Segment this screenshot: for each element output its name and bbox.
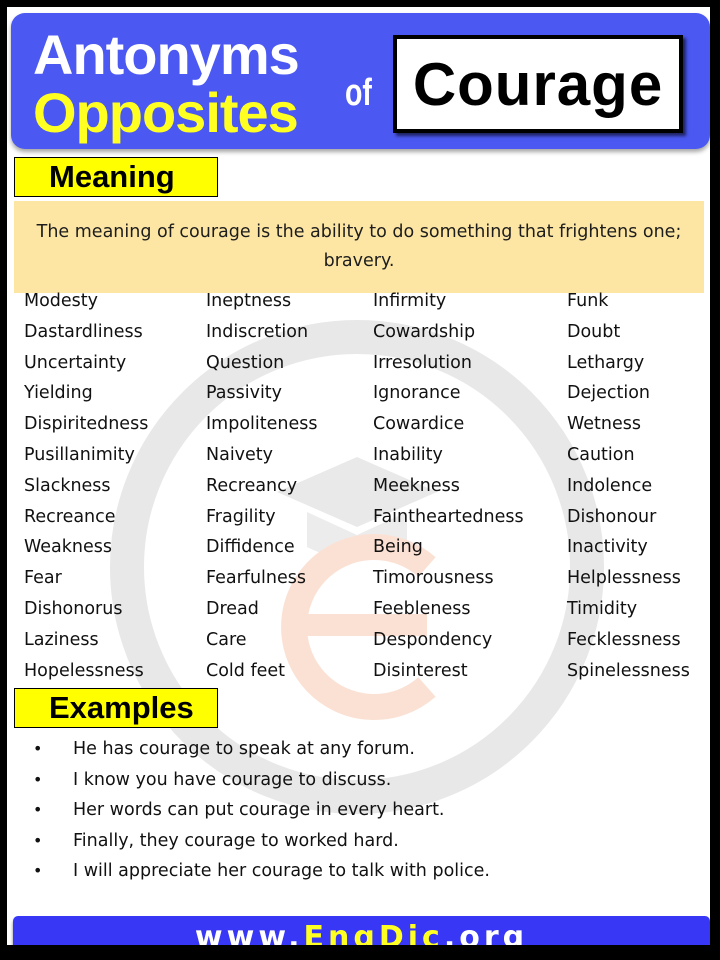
meaning-text: The meaning of courage is the ability to…: [14, 201, 704, 293]
antonym-word: Timidity: [567, 598, 638, 619]
meaning-label: Meaning: [14, 157, 218, 197]
antonym-word: Infirmity: [373, 291, 447, 311]
footer-suffix: .org: [443, 920, 529, 945]
antonym-word: Spinelessness: [567, 660, 690, 681]
antonym-word: Dastardliness: [24, 321, 143, 342]
antonym-word: Timorousness: [373, 568, 494, 589]
antonym-word: Inability: [373, 444, 443, 465]
antonym-word: Indolence: [567, 475, 653, 496]
example-sentence: I will appreciate her courage to talk wi…: [73, 861, 490, 881]
antonym-word: Despondency: [373, 629, 493, 650]
antonym-word: Fearfulness: [206, 568, 307, 589]
example-sentence: I know you have courage to discuss.: [73, 769, 392, 790]
antonym-word: Dishonour: [567, 506, 657, 527]
antonym-word: Helplessness: [567, 568, 681, 589]
antonym-word: Ignorance: [373, 383, 461, 404]
antonym-word: Uncertainty: [24, 352, 127, 373]
antonym-word: Cold feet: [206, 660, 286, 681]
example-sentence: Finally, they courage to worked hard.: [73, 830, 399, 851]
antonym-word: Dispiritedness: [24, 414, 149, 435]
antonym-word: Being: [373, 537, 423, 558]
antonym-word: Caution: [567, 444, 635, 465]
antonym-word: Passivity: [206, 383, 283, 404]
antonym-word: Faintheartedness: [373, 506, 524, 527]
antonym-word: Dejection: [567, 383, 651, 404]
bullet-icon: •: [33, 739, 43, 758]
antonym-word: Care: [206, 629, 247, 650]
example-item: • He has courage to speak at any forum.: [24, 734, 490, 765]
antonym-word: Meekness: [373, 475, 460, 496]
bullet-icon: •: [33, 861, 43, 880]
antonym-word: Hopelessness: [24, 660, 144, 681]
examples-label: Examples: [14, 688, 218, 728]
antonym-word: Laziness: [24, 629, 99, 650]
example-item: • I will appreciate her courage to talk w…: [24, 856, 490, 887]
bullet-icon: •: [33, 769, 43, 789]
antonym-word: Feebleness: [373, 598, 471, 619]
antonym-word: Diffidence: [206, 537, 295, 558]
antonym-word: Irresolution: [373, 352, 472, 373]
antonym-word: Fear: [24, 568, 62, 589]
antonym-word: Ineptness: [206, 291, 292, 311]
bullet-icon: •: [33, 800, 43, 819]
footer-brand: EngDic: [303, 920, 444, 945]
antonyms-grid: Modesty Ineptness Infirmity Funk Dastardline…: [24, 286, 710, 686]
title-connector: of: [345, 72, 372, 114]
title-opposites: Opposites: [33, 81, 299, 144]
title-banner: Antonyms Opposites of Courage: [11, 13, 710, 149]
antonym-word: Yielding: [24, 383, 93, 404]
antonym-word: Naivety: [206, 444, 274, 465]
footer-prefix: www.: [194, 920, 304, 945]
antonym-word: Lethargy: [567, 352, 645, 373]
antonym-word: Dread: [206, 598, 259, 619]
bullet-icon: •: [33, 830, 43, 850]
example-item: • Finally, they courage to worked hard.: [24, 826, 490, 857]
antonym-word: Dishonorus: [24, 598, 123, 619]
antonym-word: Recreance: [24, 506, 116, 527]
example-sentence: Her words can put courage in every heart…: [73, 800, 445, 820]
antonym-word: Inactivity: [567, 537, 648, 558]
website-footer[interactable]: www. EngDic .org: [13, 916, 710, 945]
infographic-page: Antonyms Opposites of Courage Meaning Th…: [7, 7, 710, 945]
antonym-word: Impoliteness: [206, 414, 318, 435]
example-item: • I know you have courage to discuss.: [24, 765, 490, 796]
antonym-word: Weakness: [24, 537, 112, 558]
examples-list: • He has courage to speak at any forum. • I…: [24, 734, 490, 887]
antonym-word: Fragility: [206, 506, 276, 527]
example-sentence: He has courage to speak at any forum.: [73, 739, 415, 759]
antonym-word: Pusillanimity: [24, 444, 135, 465]
antonym-word: Modesty: [24, 291, 99, 311]
antonym-word: Recreancy: [206, 475, 298, 496]
headword-box: Courage: [393, 35, 683, 133]
example-item: • Her words can put courage in every hear…: [24, 795, 490, 826]
antonym-word: Funk: [567, 291, 609, 311]
antonym-word: Wetness: [567, 414, 641, 435]
antonym-word: Question: [206, 352, 285, 373]
antonym-word: Disinterest: [373, 660, 468, 681]
antonym-word: Fecklessness: [567, 629, 681, 650]
antonym-word: Cowardship: [373, 321, 476, 342]
antonym-word: Slackness: [24, 475, 111, 496]
antonym-word: Indiscretion: [206, 321, 309, 342]
headword: Courage: [412, 50, 664, 118]
title-antonyms: Antonyms: [33, 23, 300, 86]
antonym-word: Doubt: [567, 321, 621, 342]
antonym-word: Cowardice: [373, 414, 465, 435]
